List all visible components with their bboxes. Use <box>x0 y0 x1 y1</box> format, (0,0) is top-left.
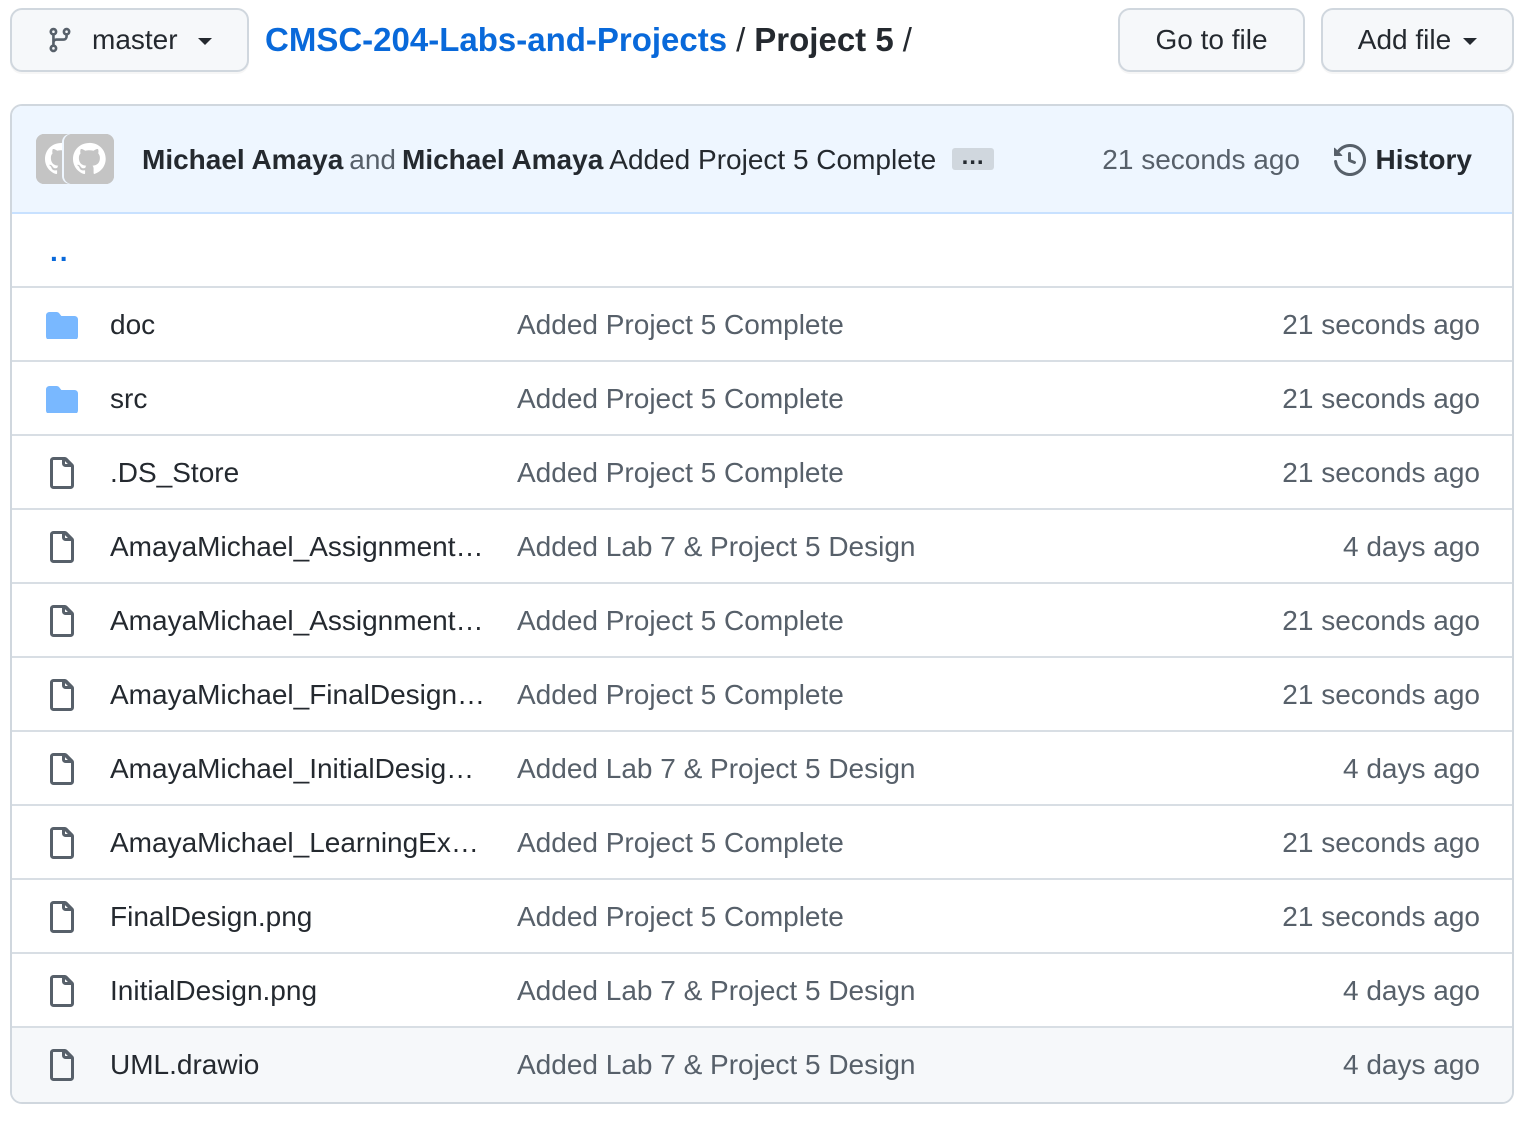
file-commit-age: 21 seconds ago <box>1282 457 1480 488</box>
file-row[interactable]: .DS_Store Added Project 5 Complete 21 se… <box>12 436 1512 510</box>
file-commit-message-link[interactable]: Added Project 5 Complete <box>517 601 844 641</box>
file-commit-age: 21 seconds ago <box>1282 605 1480 636</box>
folder-icon <box>44 383 80 415</box>
file-icon <box>44 605 80 637</box>
add-file-button[interactable]: Add file <box>1321 8 1514 72</box>
commit-coauthor-link[interactable]: Michael Amaya <box>402 144 603 175</box>
file-commit-message-link[interactable]: Added Lab 7 & Project 5 Design <box>517 527 915 567</box>
commit-avatars <box>36 134 114 184</box>
file-name-link[interactable]: doc <box>110 305 155 345</box>
commit-author-link[interactable]: Michael Amaya <box>142 144 343 175</box>
history-link[interactable]: History <box>1333 138 1472 182</box>
file-row[interactable]: AmayaMichael_Assignment… Added Lab 7 & P… <box>12 510 1512 584</box>
branch-select-button[interactable]: master <box>10 8 249 72</box>
file-commit-message-link[interactable]: Added Project 5 Complete <box>517 897 844 937</box>
file-row[interactable]: AmayaMichael_LearningEx… Added Project 5… <box>12 806 1512 880</box>
file-icon <box>44 679 80 711</box>
file-row[interactable]: AmayaMichael_InitialDesig… Added Lab 7 &… <box>12 732 1512 806</box>
file-name-link[interactable]: FinalDesign.png <box>110 897 312 937</box>
git-branch-icon <box>46 24 78 56</box>
latest-commit-bar: Michael Amaya and Michael Amaya Added Proje… <box>12 106 1512 214</box>
file-commit-message-link[interactable]: Added Lab 7 & Project 5 Design <box>517 1045 915 1085</box>
file-row[interactable]: AmayaMichael_Assignment… Added Project 5… <box>12 584 1512 658</box>
file-row[interactable]: InitialDesign.png Added Lab 7 & Project … <box>12 954 1512 1028</box>
file-name-link[interactable]: AmayaMichael_Assignment… <box>110 601 484 641</box>
file-commit-message-link[interactable]: Added Lab 7 & Project 5 Design <box>517 971 915 1011</box>
file-list: .. doc Added Project 5 Complete 21 secon… <box>12 214 1512 1102</box>
file-commit-age: 21 seconds ago <box>1282 901 1480 932</box>
file-row[interactable]: doc Added Project 5 Complete 21 seconds … <box>12 288 1512 362</box>
commit-message-link[interactable]: Added Project 5 Complete <box>609 144 936 175</box>
file-icon <box>44 975 80 1007</box>
breadcrumb-trailing-separator: / <box>902 21 912 58</box>
breadcrumb-repo-link[interactable]: CMSC-204-Labs-and-Projects <box>265 21 727 58</box>
file-row[interactable]: FinalDesign.png Added Project 5 Complete… <box>12 880 1512 954</box>
history-label: History <box>1375 144 1472 175</box>
file-browser: Michael Amaya and Michael Amaya Added Proje… <box>10 104 1514 1104</box>
file-row[interactable]: src Added Project 5 Complete 21 seconds … <box>12 362 1512 436</box>
breadcrumb-current-dir: Project 5 <box>754 21 894 58</box>
file-icon <box>44 901 80 933</box>
file-icon <box>44 827 80 859</box>
file-commit-age: 21 seconds ago <box>1282 827 1480 858</box>
file-icon <box>44 1049 80 1081</box>
branch-name: master <box>92 24 178 55</box>
commit-timestamp: 21 seconds ago <box>1102 144 1300 175</box>
file-commit-age: 21 seconds ago <box>1282 383 1480 414</box>
expand-commit-message-button[interactable]: … <box>952 143 995 170</box>
file-icon <box>44 457 80 489</box>
file-row[interactable]: AmayaMichael_FinalDesign… Added Project … <box>12 658 1512 732</box>
parent-directory-link[interactable]: .. <box>50 236 70 268</box>
file-commit-message-link[interactable]: Added Project 5 Complete <box>517 305 844 345</box>
file-name-link[interactable]: AmayaMichael_Assignment… <box>110 527 484 567</box>
file-icon <box>44 753 80 785</box>
file-name-link[interactable]: UML.drawio <box>110 1045 259 1085</box>
chevron-down-icon <box>197 38 212 45</box>
file-commit-age: 21 seconds ago <box>1282 679 1480 710</box>
avatar[interactable] <box>64 134 114 184</box>
file-commit-message-link[interactable]: Added Project 5 Complete <box>517 453 844 493</box>
file-commit-message-link[interactable]: Added Project 5 Complete <box>517 823 844 863</box>
file-name-link[interactable]: .DS_Store <box>110 453 239 493</box>
add-file-label: Add file <box>1357 24 1452 55</box>
file-commit-age: 21 seconds ago <box>1282 309 1480 340</box>
folder-icon <box>44 309 80 341</box>
file-name-link[interactable]: AmayaMichael_LearningEx… <box>110 823 479 863</box>
file-row[interactable]: UML.drawio Added Lab 7 & Project 5 Desig… <box>12 1028 1512 1102</box>
file-name-link[interactable]: AmayaMichael_FinalDesign… <box>110 675 485 715</box>
go-to-file-button[interactable]: Go to file <box>1118 8 1305 72</box>
ellipsis-icon: … <box>960 142 986 170</box>
file-name-link[interactable]: src <box>110 379 147 419</box>
file-name-link[interactable]: AmayaMichael_InitialDesig… <box>110 749 474 789</box>
file-commit-age: 4 days ago <box>1343 753 1480 784</box>
commit-author-joiner: and <box>349 144 396 175</box>
file-icon <box>44 531 80 563</box>
commit-summary: Michael Amaya and Michael Amaya Added Proje… <box>142 138 995 182</box>
file-commit-message-link[interactable]: Added Project 5 Complete <box>517 675 844 715</box>
file-commit-age: 4 days ago <box>1343 975 1480 1006</box>
parent-directory-row[interactable]: .. <box>12 214 1512 288</box>
chevron-down-icon <box>1463 38 1478 45</box>
file-commit-message-link[interactable]: Added Project 5 Complete <box>517 379 844 419</box>
repo-toolbar: master CMSC-204-Labs-and-Projects / Projec… <box>0 0 1532 80</box>
file-commit-age: 4 days ago <box>1343 531 1480 562</box>
file-commit-age: 4 days ago <box>1343 1049 1480 1080</box>
go-to-file-label: Go to file <box>1155 24 1268 55</box>
history-icon <box>1333 144 1366 176</box>
breadcrumb: CMSC-204-Labs-and-Projects / Project 5/ <box>265 18 921 62</box>
file-commit-message-link[interactable]: Added Lab 7 & Project 5 Design <box>517 749 915 789</box>
file-rows: doc Added Project 5 Complete 21 seconds … <box>12 288 1512 1102</box>
breadcrumb-separator: / <box>736 21 746 58</box>
file-name-link[interactable]: InitialDesign.png <box>110 971 317 1011</box>
